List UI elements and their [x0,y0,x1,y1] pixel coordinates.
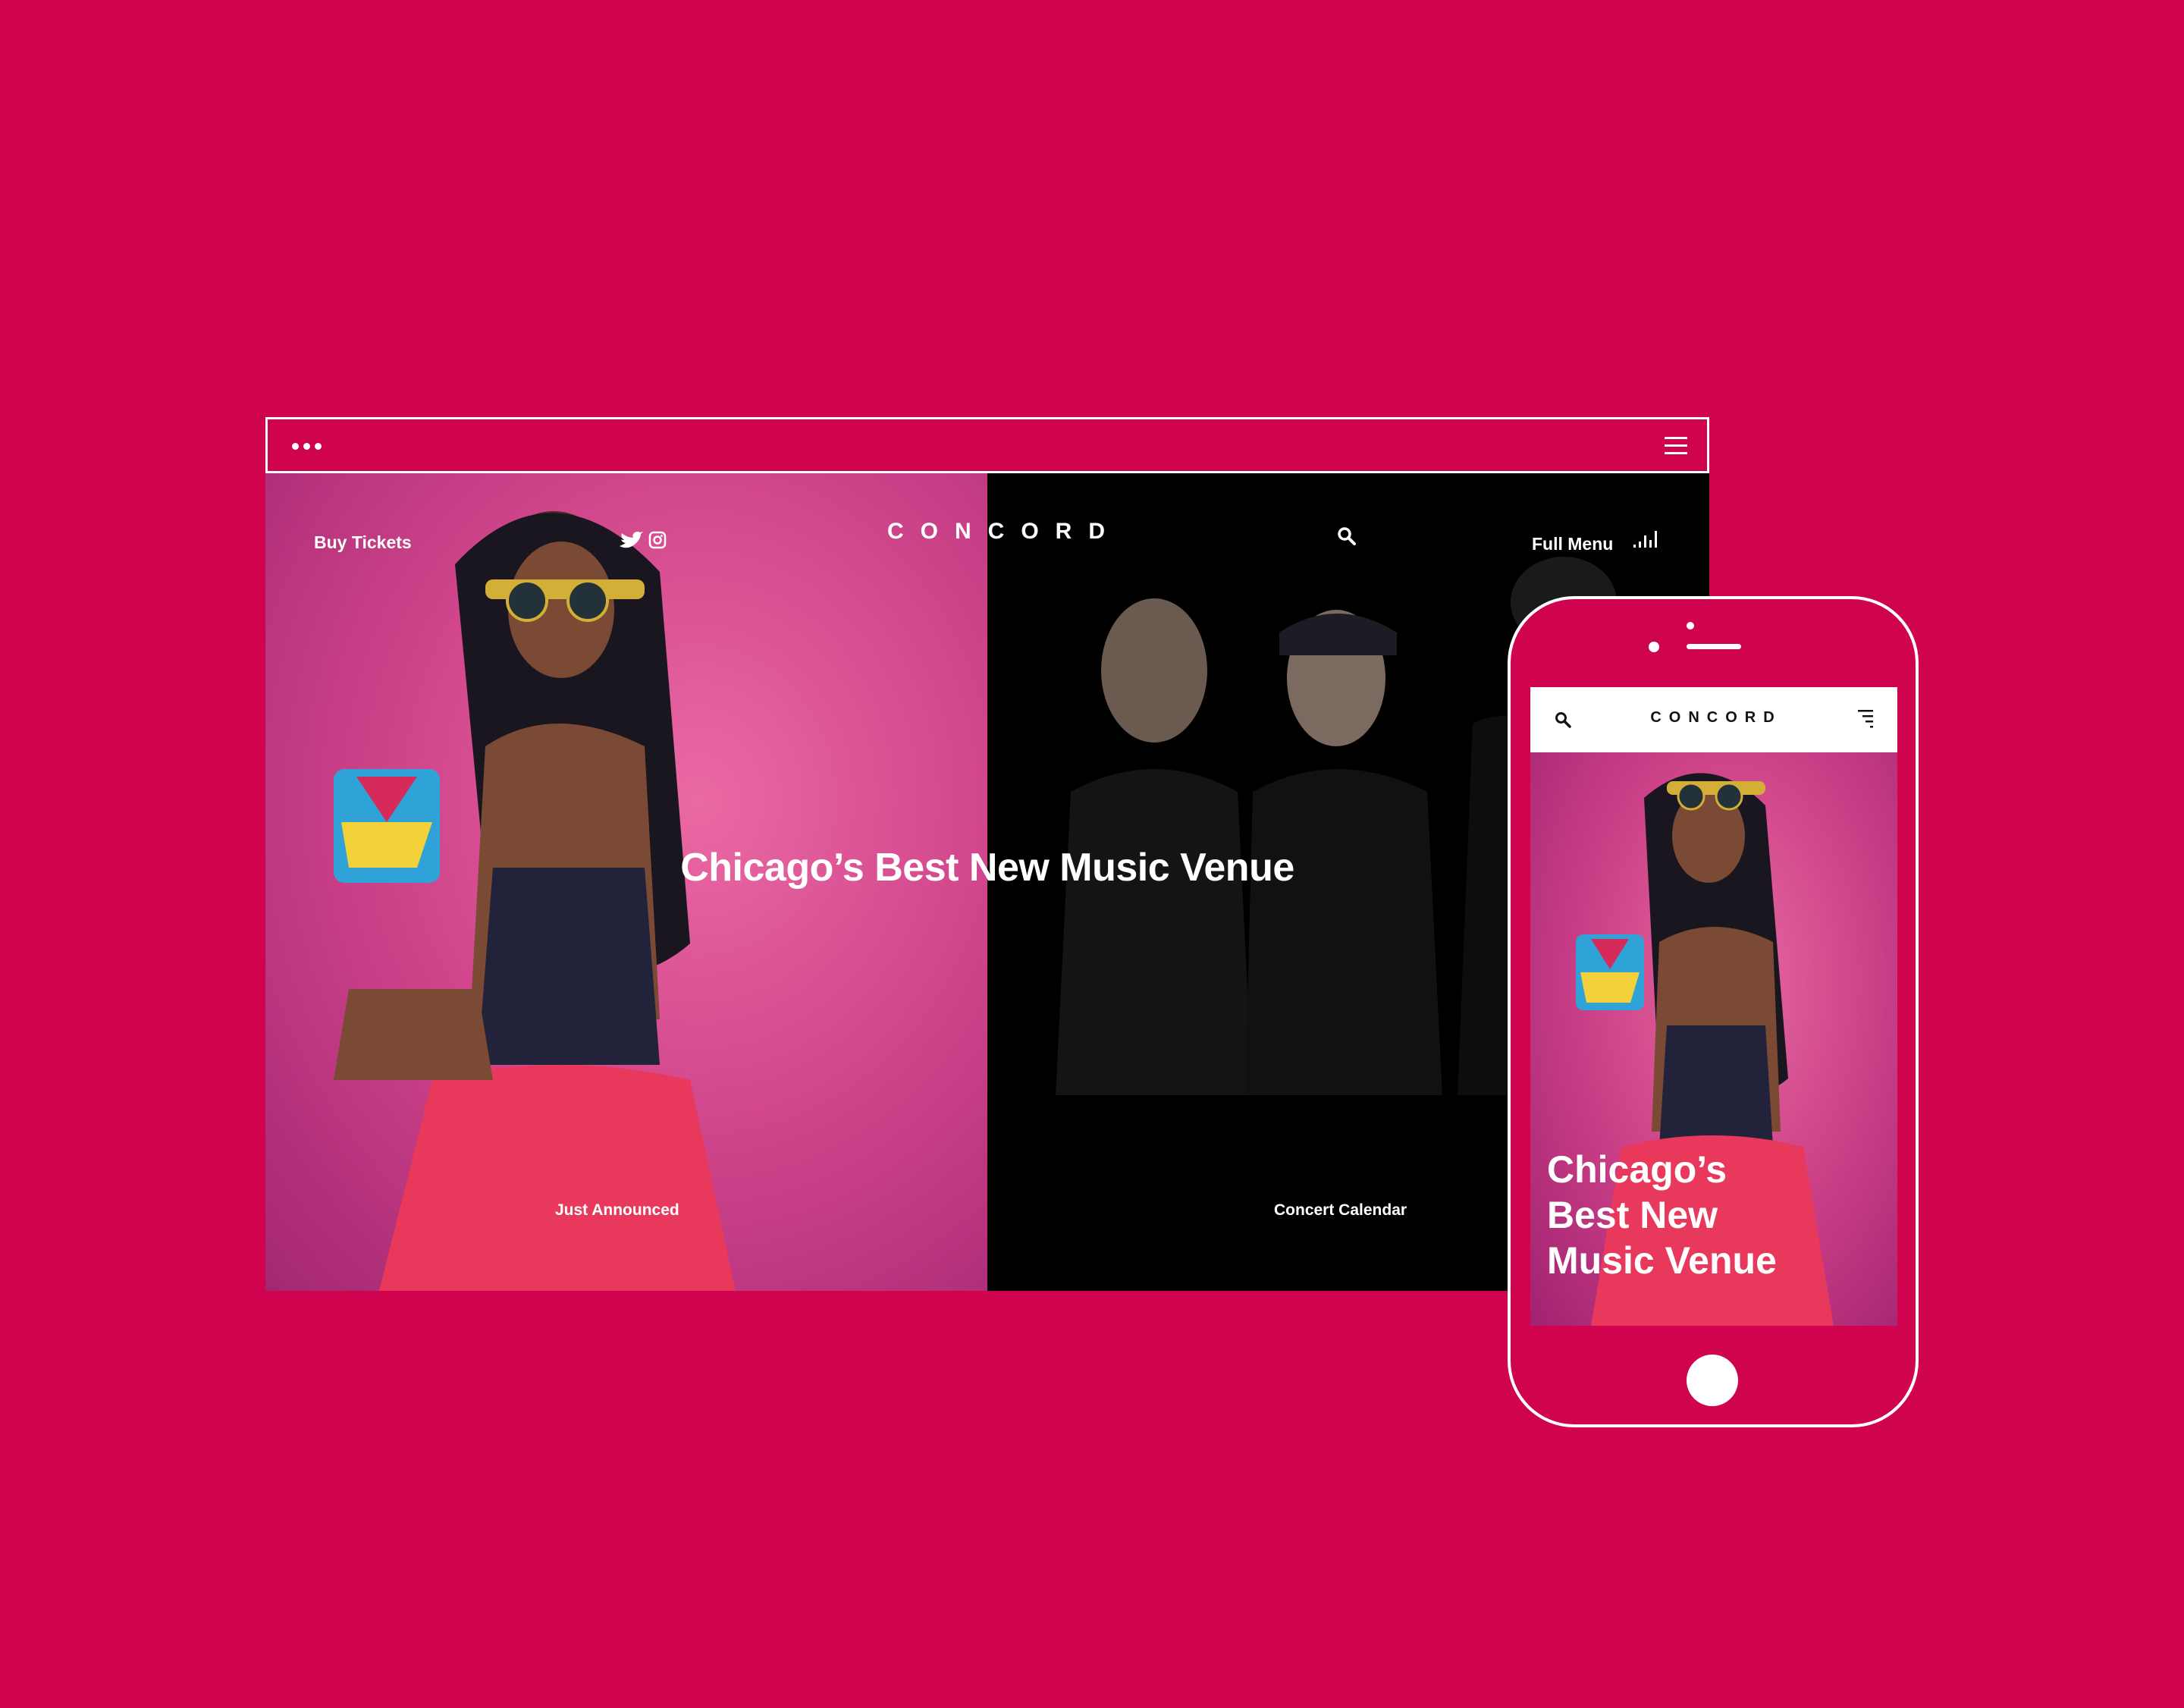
full-menu-link[interactable]: Full Menu [1532,534,1613,554]
phone-speaker [1687,644,1741,649]
phone-hero-title-line: Music Venue [1547,1239,1777,1282]
search-icon[interactable] [1555,711,1571,728]
desktop-browser-mockup: Buy Tickets CONCORD Full Menu Chicago’s … [265,417,1709,1291]
twitter-icon[interactable] [618,531,644,551]
phone-hero-title: Chicago’s Best New Music Venue [1547,1147,1881,1283]
browser-toolbar [265,417,1709,473]
phone-mockup: CONCORD Chicago’s Best New Music Venue [1508,596,1919,1427]
website-viewport: Buy Tickets CONCORD Full Menu Chicago’s … [265,473,1709,1291]
hero-title: Chicago’s Best New Music Venue [680,846,1294,890]
concert-calendar-link[interactable]: Concert Calendar [1274,1201,1407,1220]
site-logo[interactable]: CONCORD [887,519,1105,545]
phone-site-logo[interactable]: CONCORD [1629,709,1803,727]
just-announced-link[interactable]: Just Announced [555,1201,679,1220]
buy-tickets-link[interactable]: Buy Tickets [314,532,412,553]
search-icon[interactable] [1337,526,1357,546]
bars-icon[interactable] [1633,526,1661,548]
ellipsis-icon[interactable] [292,437,326,455]
instagram-icon[interactable] [648,531,667,549]
hamburger-menu-icon[interactable] [1665,435,1687,457]
phone-camera [1649,642,1659,652]
phone-hero-title-line: Chicago’s [1547,1148,1727,1191]
hamburger-menu-icon[interactable] [1856,708,1876,731]
phone-screen: CONCORD Chicago’s Best New Music Venue [1530,687,1897,1326]
phone-home-button[interactable] [1687,1355,1738,1406]
phone-hero-title-line: Best New [1547,1194,1718,1236]
phone-site-header: CONCORD [1530,687,1897,752]
phone-hero-image: Chicago’s Best New Music Venue [1530,752,1897,1326]
phone-sensor [1687,622,1694,630]
